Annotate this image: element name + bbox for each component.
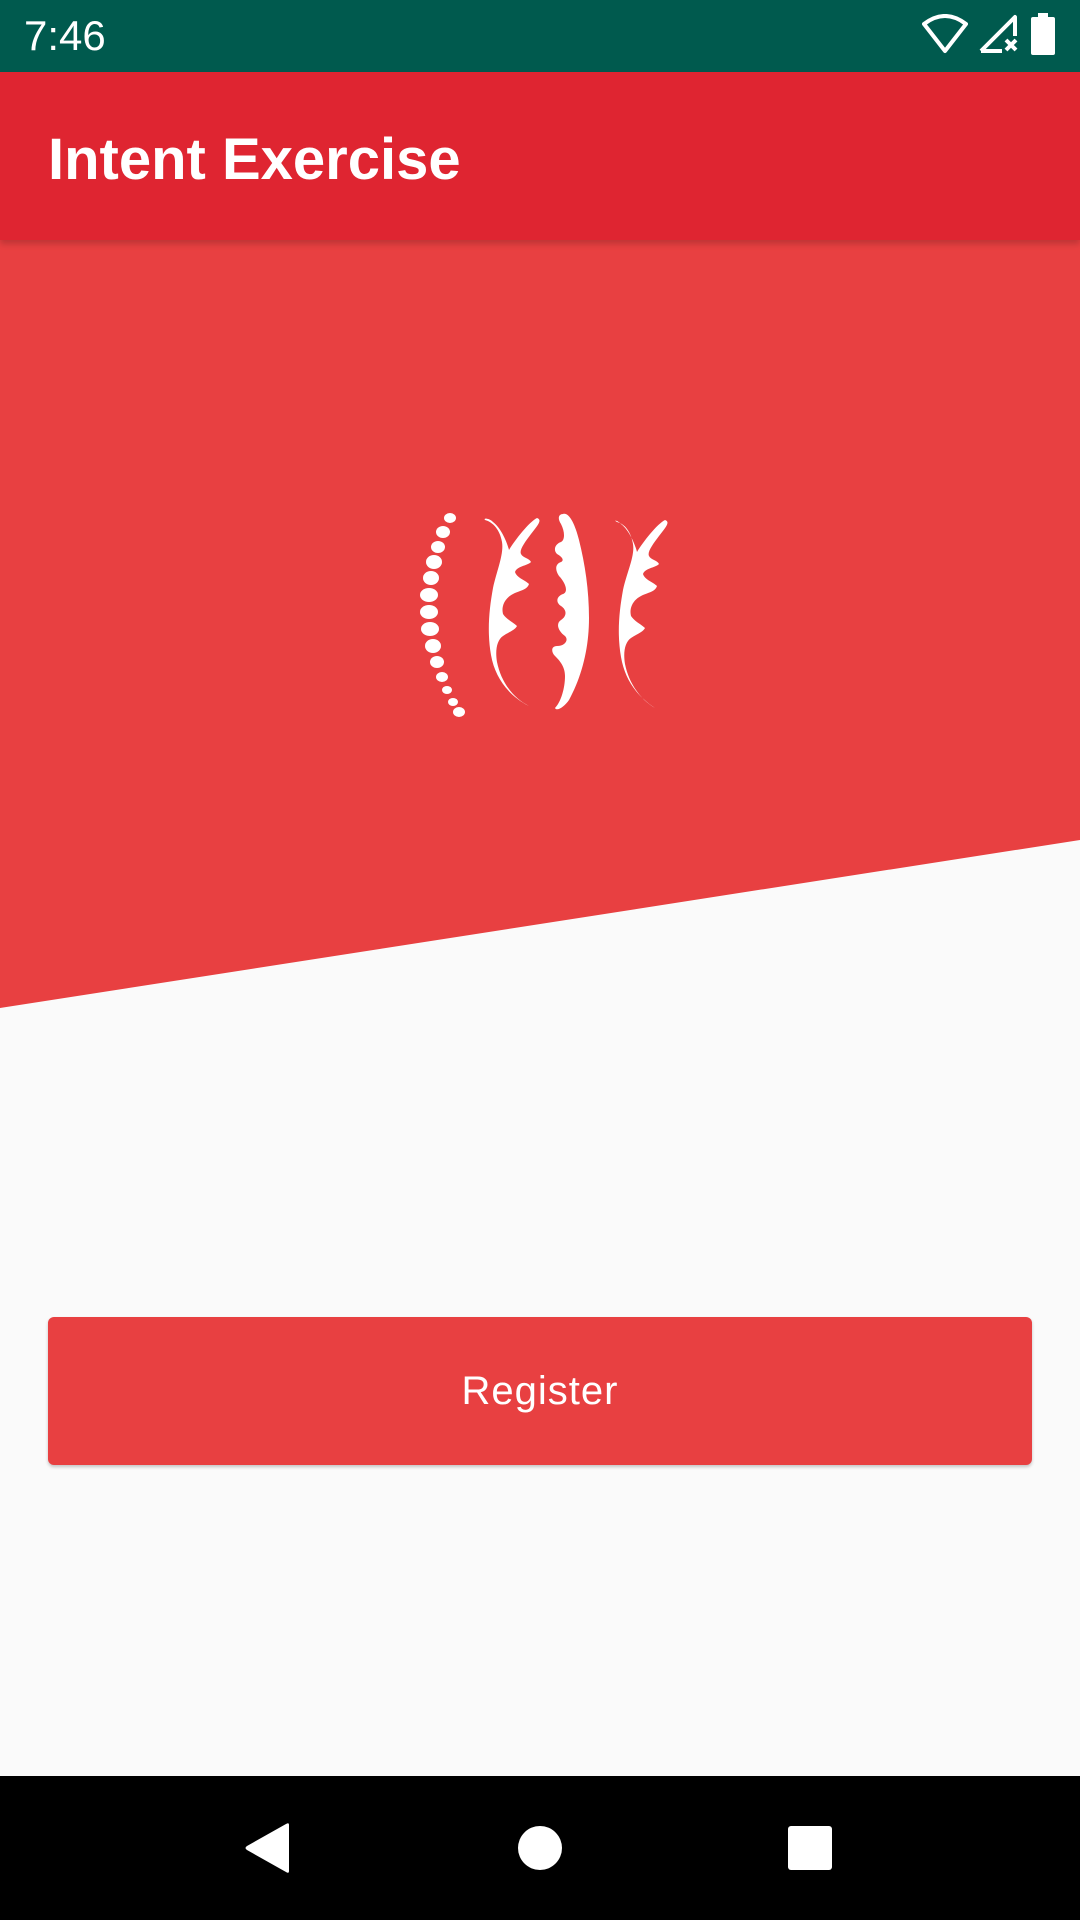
status-time: 7:46 — [24, 12, 106, 59]
status-icons — [922, 12, 1056, 60]
app-bar: Intent Exercise — [0, 72, 1080, 240]
screen: 7:46 Intent Exercise Register — [0, 0, 1080, 1920]
app-title: Intent Exercise — [48, 127, 461, 192]
recents-icon — [788, 1826, 832, 1870]
spine-logo-icon — [420, 513, 668, 717]
battery-icon — [1030, 12, 1056, 60]
navigation-bar — [0, 1776, 1080, 1920]
home-button[interactable] — [508, 1816, 572, 1880]
status-bar: 7:46 — [0, 0, 1080, 72]
back-button[interactable] — [236, 1816, 300, 1880]
wifi-icon — [922, 13, 968, 59]
signal-no-service-icon — [978, 14, 1020, 59]
hero-banner — [0, 240, 1080, 1008]
home-icon — [518, 1826, 562, 1870]
back-icon — [245, 1823, 289, 1873]
recents-button[interactable] — [778, 1816, 842, 1880]
register-button[interactable]: Register — [48, 1317, 1032, 1465]
